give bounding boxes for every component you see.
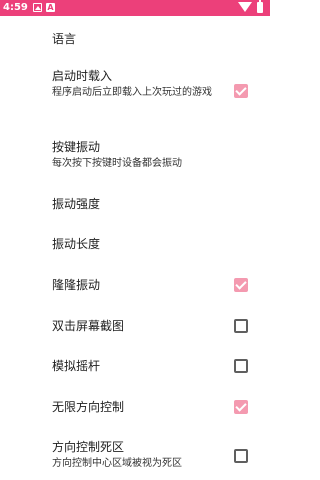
a-icon: A bbox=[46, 3, 55, 12]
setting-load-on-start[interactable]: 启动时载入 程序启动后立即载入上次玩过的游戏 bbox=[0, 62, 270, 122]
setting-title: 隆隆振动 bbox=[52, 278, 101, 292]
setting-rumble[interactable]: 隆隆振动 bbox=[0, 267, 270, 303]
wifi-icon bbox=[238, 2, 252, 12]
setting-analog-stick[interactable]: 模拟摇杆 bbox=[0, 348, 270, 384]
checkbox[interactable] bbox=[234, 319, 248, 333]
setting-title: 无限方向控制 bbox=[52, 400, 125, 414]
checkbox[interactable] bbox=[234, 400, 248, 414]
checkbox[interactable] bbox=[234, 359, 248, 373]
setting-title: 按键振动 bbox=[52, 140, 101, 154]
status-time: 4:59 bbox=[3, 2, 28, 13]
setting-double-tap-screenshot[interactable]: 双击屏幕截图 bbox=[0, 308, 270, 344]
setting-summary: 方向控制中心区域被视为死区 bbox=[52, 458, 182, 469]
battery-icon bbox=[257, 0, 263, 13]
setting-vibration-strength[interactable]: 振动强度 bbox=[0, 186, 270, 222]
setting-title: 语言 bbox=[52, 32, 77, 46]
setting-vibration-length[interactable]: 振动长度 bbox=[0, 226, 270, 262]
setting-title: 模拟摇杆 bbox=[52, 359, 101, 373]
setting-unlimited-direction[interactable]: 无限方向控制 bbox=[0, 389, 270, 425]
setting-key-vibration[interactable]: 按键振动 每次按下按键时设备都会振动 bbox=[0, 134, 270, 178]
setting-summary: 程序启动后立即载入上次玩过的游戏 bbox=[52, 87, 212, 98]
setting-title: 振动强度 bbox=[52, 197, 101, 211]
setting-title: 启动时载入 bbox=[52, 69, 113, 83]
checkbox[interactable] bbox=[234, 449, 248, 463]
checkbox[interactable] bbox=[234, 84, 248, 98]
checkbox[interactable] bbox=[234, 278, 248, 292]
setting-title: 方向控制死区 bbox=[52, 440, 125, 454]
setting-language[interactable]: 语言 bbox=[0, 22, 270, 56]
notification-icon bbox=[33, 3, 42, 12]
setting-summary: 每次按下按键时设备都会振动 bbox=[52, 158, 182, 169]
setting-title: 振动长度 bbox=[52, 237, 101, 251]
setting-title: 双击屏幕截图 bbox=[52, 319, 125, 333]
setting-dpad-deadzone[interactable]: 方向控制死区 方向控制中心区域被视为死区 bbox=[0, 434, 270, 478]
status-bar: 4:59 A bbox=[0, 0, 270, 16]
